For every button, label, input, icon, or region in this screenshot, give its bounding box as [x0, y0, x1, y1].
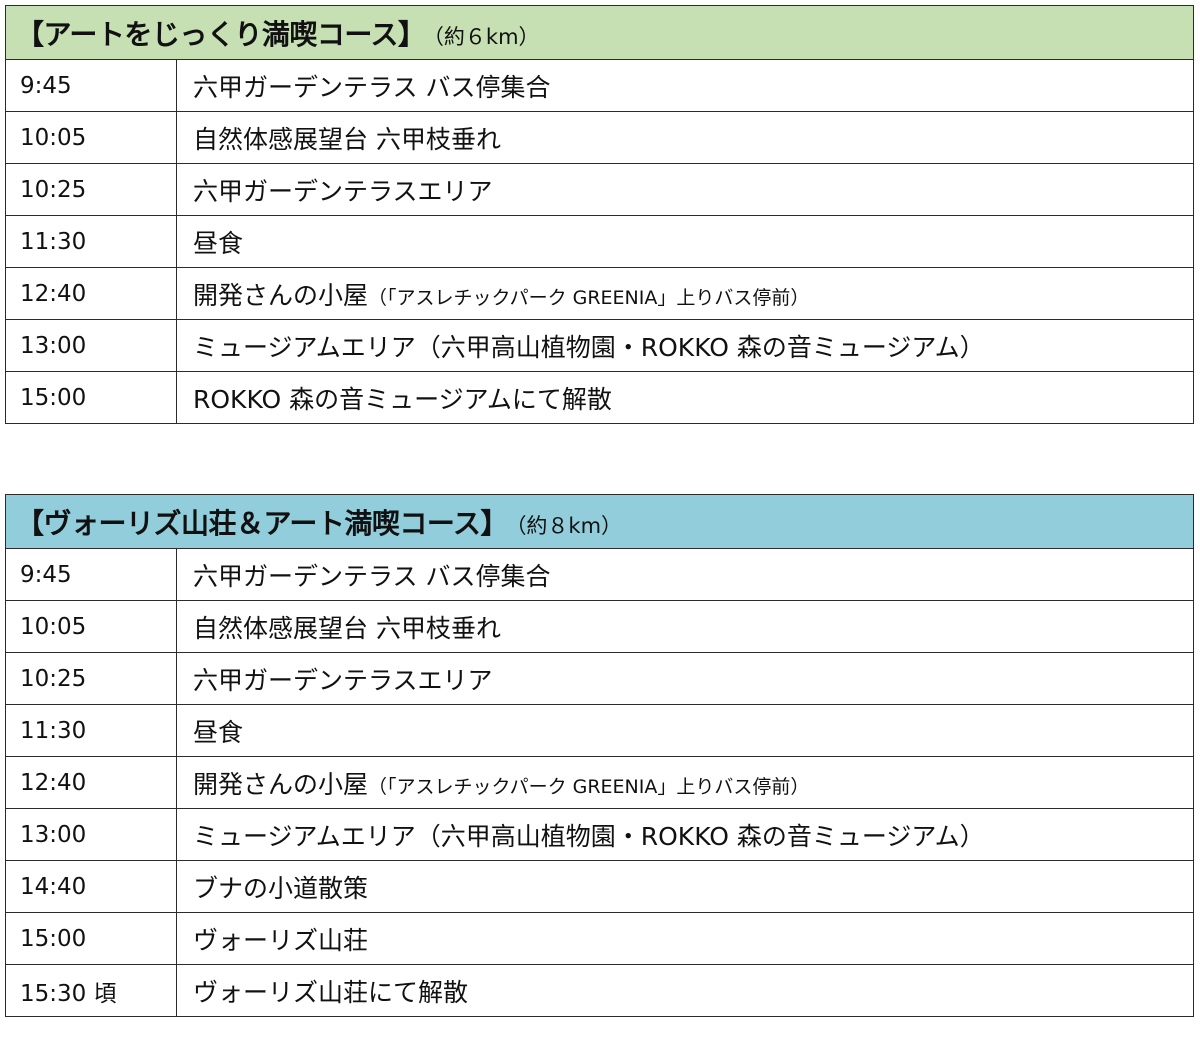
time-cell: 12:40	[5, 267, 177, 320]
table-row: 13:00 ミュージアムエリア（六甲高山植物園・ROKKO 森の音ミュージアム）	[5, 808, 1194, 861]
table-row: 10:25 六甲ガーデンテラスエリア	[5, 652, 1194, 705]
time-cell: 10:05	[5, 600, 177, 653]
time-cell: 15:30 頃	[5, 964, 177, 1017]
place-text: 昼食	[193, 228, 244, 258]
place-text: ブナの小道散策	[193, 873, 369, 903]
time-cell: 14:40	[5, 860, 177, 913]
place-cell: 昼食	[176, 215, 1194, 268]
course-header: 【アートをじっくり満喫コース】 （約６km）	[5, 5, 1194, 60]
time-cell: 10:05	[5, 111, 177, 164]
place-cell: 開発さんの小屋（「アスレチックパーク GREENIA」上りバス停前）	[176, 267, 1194, 320]
time-cell: 12:40	[5, 756, 177, 809]
time-cell: 9:45	[5, 59, 177, 112]
time-cell: 15:00	[5, 371, 177, 424]
course-header: 【ヴォーリズ山荘＆アート満喫コース】 （約８km）	[5, 494, 1194, 549]
time-cell: 9:45	[5, 548, 177, 601]
place-cell: ミュージアムエリア（六甲高山植物園・ROKKO 森の音ミュージアム）	[176, 808, 1194, 861]
table-row: 11:30 昼食	[5, 704, 1194, 757]
place-cell: 開発さんの小屋（「アスレチックパーク GREENIA」上りバス停前）	[176, 756, 1194, 809]
table-row: 14:40 ブナの小道散策	[5, 860, 1194, 913]
course-title: 【ヴォーリズ山荘＆アート満喫コース】	[16, 506, 508, 540]
course-title: 【アートをじっくり満喫コース】	[16, 17, 426, 51]
time-cell: 10:25	[5, 652, 177, 705]
place-note: （「アスレチックパーク GREENIA」上りバス停前）	[368, 286, 810, 309]
table-row: 12:40 開発さんの小屋（「アスレチックパーク GREENIA」上りバス停前）	[5, 267, 1194, 320]
place-text: 自然体感展望台 六甲枝垂れ	[193, 124, 501, 154]
table-row: 11:30 昼食	[5, 215, 1194, 268]
table-row: 15:30 頃 ヴォーリズ山荘にて解散	[5, 964, 1194, 1017]
place-text: 六甲ガーデンテラス バス停集合	[193, 72, 551, 102]
course-distance: （約６km）	[433, 24, 540, 49]
table-row: 9:45 六甲ガーデンテラス バス停集合	[5, 59, 1194, 112]
course-table-art: 【アートをじっくり満喫コース】 （約６km） 9:45 六甲ガーデンテラス バス停…	[5, 5, 1194, 424]
place-text: 六甲ガーデンテラスエリア	[193, 665, 493, 695]
time-cell: 10:25	[5, 163, 177, 216]
time-cell: 13:00	[5, 319, 177, 372]
place-text: 自然体感展望台 六甲枝垂れ	[193, 613, 501, 643]
table-row: 10:05 自然体感展望台 六甲枝垂れ	[5, 600, 1194, 653]
place-text: ミュージアムエリア（六甲高山植物園・ROKKO 森の音ミュージアム）	[193, 821, 985, 851]
table-row: 12:40 開発さんの小屋（「アスレチックパーク GREENIA」上りバス停前）	[5, 756, 1194, 809]
place-text: ヴォーリズ山荘	[193, 925, 369, 955]
time-cell: 11:30	[5, 215, 177, 268]
place-text: 六甲ガーデンテラスエリア	[193, 176, 493, 206]
place-cell: ヴォーリズ山荘	[176, 912, 1194, 965]
time-cell: 15:00	[5, 912, 177, 965]
table-row: 13:00 ミュージアムエリア（六甲高山植物園・ROKKO 森の音ミュージアム）	[5, 319, 1194, 372]
place-cell: 昼食	[176, 704, 1194, 757]
table-row: 15:00 ヴォーリズ山荘	[5, 912, 1194, 965]
place-text: 開発さんの小屋	[193, 280, 369, 310]
time-cell: 11:30	[5, 704, 177, 757]
course-table-vories: 【ヴォーリズ山荘＆アート満喫コース】 （約８km） 9:45 六甲ガーデンテラス …	[5, 494, 1194, 1017]
place-text: ミュージアムエリア（六甲高山植物園・ROKKO 森の音ミュージアム）	[193, 332, 985, 362]
place-cell: ヴォーリズ山荘にて解散	[176, 964, 1194, 1017]
place-cell: 自然体感展望台 六甲枝垂れ	[176, 600, 1194, 653]
place-note: （「アスレチックパーク GREENIA」上りバス停前）	[368, 775, 810, 798]
table-row: 10:25 六甲ガーデンテラスエリア	[5, 163, 1194, 216]
place-cell: 六甲ガーデンテラスエリア	[176, 652, 1194, 705]
place-text: 開発さんの小屋	[193, 769, 369, 799]
place-cell: 六甲ガーデンテラス バス停集合	[176, 548, 1194, 601]
place-cell: ROKKO 森の音ミュージアムにて解散	[176, 371, 1194, 424]
place-cell: ブナの小道散策	[176, 860, 1194, 913]
course-distance: （約８km）	[515, 513, 623, 538]
place-cell: 六甲ガーデンテラスエリア	[176, 163, 1194, 216]
place-text: 六甲ガーデンテラス バス停集合	[193, 561, 551, 591]
table-row: 9:45 六甲ガーデンテラス バス停集合	[5, 548, 1194, 601]
place-cell: 六甲ガーデンテラス バス停集合	[176, 59, 1194, 112]
table-row: 10:05 自然体感展望台 六甲枝垂れ	[5, 111, 1194, 164]
place-text: 昼食	[193, 717, 244, 747]
place-cell: ミュージアムエリア（六甲高山植物園・ROKKO 森の音ミュージアム）	[176, 319, 1194, 372]
place-text: ヴォーリズ山荘にて解散	[193, 977, 469, 1007]
place-cell: 自然体感展望台 六甲枝垂れ	[176, 111, 1194, 164]
table-row: 15:00 ROKKO 森の音ミュージアムにて解散	[5, 371, 1194, 424]
time-cell: 13:00	[5, 808, 177, 861]
place-text: ROKKO 森の音ミュージアムにて解散	[193, 384, 612, 414]
